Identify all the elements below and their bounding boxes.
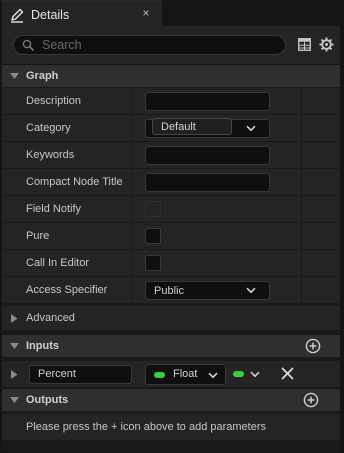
column-divider xyxy=(131,223,132,250)
add-input-icon[interactable] xyxy=(305,338,321,354)
chevron-down-icon xyxy=(246,287,256,294)
call-in-editor-label: Call In Editor xyxy=(26,257,89,269)
pin-type-value: Float xyxy=(173,368,198,380)
add-output-icon[interactable] xyxy=(303,392,319,408)
column-divider xyxy=(301,250,302,277)
description-field[interactable] xyxy=(145,92,270,111)
advanced-section-toggle[interactable]: Advanced xyxy=(2,305,340,330)
expanded-arrow-icon xyxy=(10,343,19,349)
gear-icon[interactable] xyxy=(319,37,334,52)
outputs-empty-message-row: Please press the + icon above to add par… xyxy=(2,413,340,440)
description-row: Description xyxy=(2,87,340,115)
tab-bar: Details × xyxy=(0,0,344,26)
tab-title: Details xyxy=(31,8,70,22)
call-in-editor-row: Call In Editor xyxy=(2,249,340,277)
pure-label: Pure xyxy=(26,230,50,242)
details-tab[interactable]: Details × xyxy=(2,0,162,26)
category-value[interactable]: Default xyxy=(152,118,232,135)
pin-type-dropdown[interactable]: Float xyxy=(145,364,226,385)
search-icon xyxy=(22,39,34,51)
column-divider xyxy=(131,169,132,196)
outputs-category-label: Outputs xyxy=(26,394,69,406)
search-input[interactable]: Search xyxy=(13,35,286,55)
column-divider xyxy=(131,250,132,277)
column-divider xyxy=(301,223,302,250)
compact-node-title-label: Compact Node Title xyxy=(26,176,123,188)
field-notify-checkbox[interactable] xyxy=(145,201,161,217)
column-divider xyxy=(301,277,302,304)
table-view-icon[interactable] xyxy=(298,38,311,51)
column-divider xyxy=(301,88,302,115)
keywords-field[interactable] xyxy=(145,146,270,165)
collapsed-arrow-icon xyxy=(11,314,18,323)
chevron-down-icon xyxy=(246,125,256,132)
category-row: Category Default xyxy=(2,114,340,142)
chevron-down-icon xyxy=(250,371,260,378)
description-label: Description xyxy=(26,95,82,107)
call-in-editor-checkbox[interactable] xyxy=(145,255,161,271)
column-divider xyxy=(131,196,132,223)
category-value-text: Default xyxy=(161,121,196,133)
access-specifier-label: Access Specifier xyxy=(26,284,108,296)
graph-category-label: Graph xyxy=(26,70,59,82)
access-specifier-value: Public xyxy=(154,285,184,297)
field-notify-row: Field Notify xyxy=(2,195,340,223)
column-divider xyxy=(131,115,132,142)
inputs-category-header[interactable]: Inputs xyxy=(2,334,340,357)
column-divider xyxy=(301,196,302,223)
column-divider xyxy=(131,142,132,169)
chevron-down-icon xyxy=(208,372,218,379)
compact-node-title-field[interactable] xyxy=(145,173,270,192)
expanded-arrow-icon xyxy=(10,73,19,79)
collapsed-arrow-icon[interactable] xyxy=(11,370,18,379)
search-row: Search xyxy=(2,26,340,64)
column-divider xyxy=(301,142,302,169)
pencil-icon xyxy=(11,8,24,23)
close-icon[interactable]: × xyxy=(139,6,153,20)
column-divider xyxy=(131,88,132,115)
access-specifier-dropdown[interactable]: Public xyxy=(145,281,270,300)
input-name-field[interactable]: Percent xyxy=(29,365,132,384)
pure-row: Pure xyxy=(2,222,340,250)
outputs-empty-message: Please press the + icon above to add par… xyxy=(26,421,267,433)
input-parameter-row: Percent Float xyxy=(2,360,340,387)
column-divider xyxy=(301,169,302,196)
single-value-pin-icon xyxy=(233,371,244,377)
access-specifier-row: Access Specifier Public xyxy=(2,276,340,304)
keywords-label: Keywords xyxy=(26,149,75,161)
graph-category-header[interactable]: Graph xyxy=(2,64,340,87)
column-divider xyxy=(301,115,302,142)
remove-parameter-icon[interactable] xyxy=(281,367,294,380)
input-name-value: Percent xyxy=(38,368,76,380)
category-label: Category xyxy=(26,122,71,134)
float-pin-icon xyxy=(154,372,165,378)
inputs-category-label: Inputs xyxy=(26,340,59,352)
compact-node-title-row: Compact Node Title xyxy=(2,168,340,196)
pure-checkbox[interactable] xyxy=(145,228,161,244)
details-panel: Search Graph Description Category Defaul… xyxy=(2,26,340,451)
field-notify-label: Field Notify xyxy=(26,203,82,215)
outputs-category-header[interactable]: Outputs xyxy=(2,388,340,411)
advanced-label: Advanced xyxy=(26,312,75,324)
column-divider xyxy=(131,277,132,304)
search-placeholder: Search xyxy=(42,38,82,52)
expanded-arrow-icon xyxy=(10,397,19,403)
keywords-row: Keywords xyxy=(2,141,340,169)
